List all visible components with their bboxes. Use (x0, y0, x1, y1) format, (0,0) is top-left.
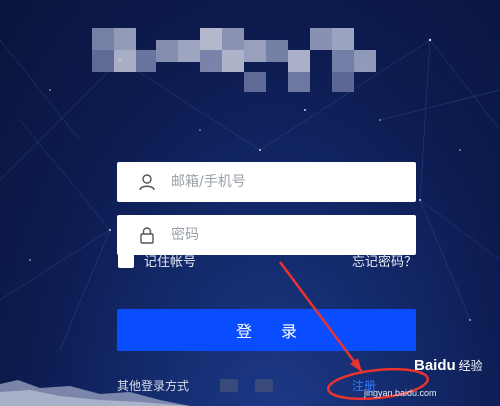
password-field[interactable] (117, 215, 416, 255)
forgot-password-link[interactable]: 忘记密码？ (352, 251, 417, 270)
watermark-brand: Baidu (414, 357, 456, 374)
blurred-logo (92, 28, 376, 92)
remember-account[interactable]: 记住帐号 (118, 250, 196, 270)
remember-checkbox[interactable] (118, 252, 134, 268)
watermark-suffix: 经验 (458, 359, 483, 373)
mountain-decoration (0, 380, 190, 406)
password-input[interactable] (171, 215, 401, 255)
lock-icon (140, 227, 154, 244)
baidu-watermark: Baidu 经验 (414, 355, 483, 374)
login-provider-icon[interactable] (255, 379, 273, 392)
login-provider-icon[interactable] (220, 379, 238, 392)
user-icon (139, 174, 155, 191)
email-field[interactable] (117, 162, 416, 202)
watermark-url: jingyan.baidu.com (364, 388, 437, 398)
email-input[interactable] (171, 162, 401, 202)
login-button[interactable]: 登 录 (117, 309, 416, 351)
remember-label: 记住帐号 (144, 254, 197, 270)
